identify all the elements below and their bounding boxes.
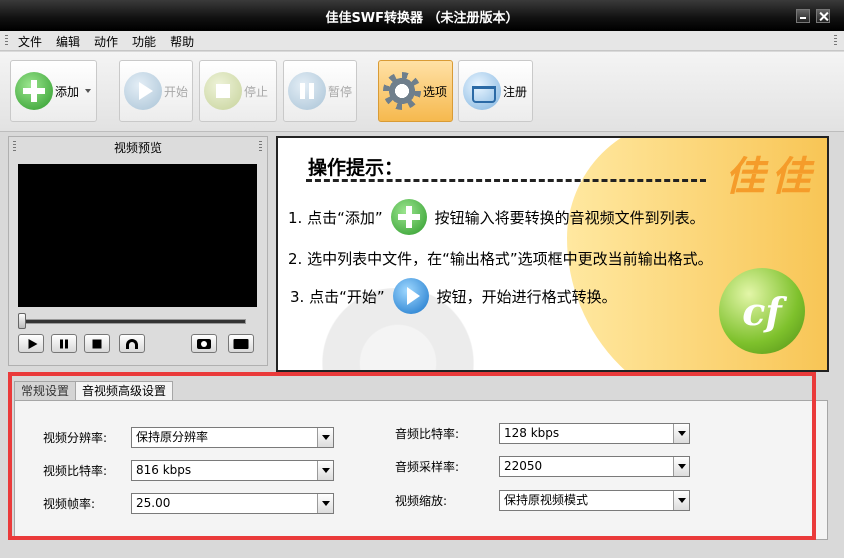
register-button[interactable]: 注册 bbox=[458, 60, 533, 122]
folder-icon bbox=[233, 338, 249, 349]
hint-title: 操作提示： bbox=[308, 157, 404, 179]
audio-bitrate-select[interactable]: 128 kbps bbox=[499, 423, 690, 444]
pause-button[interactable]: 暂停 bbox=[283, 60, 357, 122]
gear-icon bbox=[383, 72, 421, 110]
video-scaling-value: 保持原视频模式 bbox=[504, 493, 589, 507]
preview-title: 视频预览 bbox=[113, 141, 162, 155]
loop-button[interactable] bbox=[119, 334, 145, 353]
hint-step-1-text-b: 按钮输入将要转换的音视频文件到列表。 bbox=[434, 208, 705, 227]
add-label: 添加 bbox=[55, 84, 80, 99]
seek-bar[interactable] bbox=[18, 319, 246, 324]
dashed-divider bbox=[306, 179, 706, 182]
hint-step-1: 1. 点击“添加” 按钮输入将要转换的音视频文件到列表。 bbox=[288, 199, 705, 235]
add-button[interactable]: 添加 bbox=[10, 60, 97, 122]
grip-icon bbox=[834, 35, 837, 47]
menu-bar: 文件 编辑 动作 功能 帮助 bbox=[0, 31, 844, 51]
play-icon bbox=[392, 278, 429, 314]
grip-icon bbox=[259, 141, 262, 153]
chevron-down-icon[interactable] bbox=[317, 494, 333, 513]
video-scaling-label: 视频缩放: bbox=[395, 494, 448, 508]
minimize-button[interactable] bbox=[796, 9, 810, 23]
hint-step-1-text-a: 1. 点击“添加” bbox=[288, 208, 383, 227]
pause-button[interactable] bbox=[51, 334, 77, 353]
audio-bitrate-label: 音频比特率: bbox=[395, 427, 460, 441]
pause-icon bbox=[288, 72, 326, 110]
chevron-down-icon[interactable] bbox=[317, 428, 333, 447]
brand-logo: 佳佳 bbox=[725, 153, 817, 200]
tab-advanced-av-settings[interactable]: 音视频高级设置 bbox=[75, 381, 174, 402]
stop-icon bbox=[204, 72, 242, 110]
audio-samplerate-row: 音频采样率: 22050 bbox=[395, 456, 690, 477]
video-resolution-value: 保持原分辨率 bbox=[136, 430, 209, 444]
video-bitrate-select[interactable]: 816 kbps bbox=[131, 460, 334, 481]
chevron-down-icon[interactable] bbox=[317, 461, 333, 480]
hint-step-3-text-a: 3. 点击“开始” bbox=[290, 287, 385, 306]
camera-icon bbox=[197, 338, 211, 349]
video-framerate-label: 视频帧率: bbox=[43, 497, 96, 511]
basket-icon bbox=[463, 72, 501, 110]
video-resolution-row: 视频分辨率: 保持原分辨率 bbox=[43, 427, 334, 448]
hint-step-2: 2. 选中列表中文件，在“输出格式”选项框中更改当前输出格式。 bbox=[288, 248, 713, 269]
options-label: 选项 bbox=[423, 84, 448, 99]
stop-label: 停止 bbox=[244, 84, 269, 99]
title-bar: 佳佳SWF转换器 （未注册版本） bbox=[0, 0, 844, 31]
video-framerate-row: 视频帧率: 25.00 bbox=[43, 493, 334, 514]
video-framerate-select[interactable]: 25.00 bbox=[131, 493, 334, 514]
hint-step-2-text: 2. 选中列表中文件，在“输出格式”选项框中更改当前输出格式。 bbox=[288, 250, 713, 268]
advanced-settings-panel: 视频分辨率: 保持原分辨率 视频比特率: 816 kbps 视频帧率: 25.0… bbox=[14, 400, 828, 540]
dropdown-arrow-icon[interactable] bbox=[85, 89, 91, 93]
video-scaling-row: 视频缩放: 保持原视频模式 bbox=[395, 490, 690, 511]
hint-step-3-text-b: 按钮，开始进行格式转换。 bbox=[436, 287, 617, 306]
snapshot-button[interactable] bbox=[191, 334, 217, 353]
close-button[interactable] bbox=[816, 9, 830, 23]
play-icon bbox=[124, 72, 162, 110]
audio-samplerate-value: 22050 bbox=[504, 459, 543, 473]
toolbar: 添加 开始 停止 暂停 选项 注册 bbox=[0, 52, 844, 132]
add-icon bbox=[390, 199, 427, 235]
pause-icon bbox=[60, 339, 68, 348]
stop-button[interactable]: 停止 bbox=[199, 60, 277, 122]
menu-action[interactable]: 动作 bbox=[94, 33, 118, 50]
start-label: 开始 bbox=[164, 84, 189, 99]
seek-thumb[interactable] bbox=[18, 313, 26, 329]
video-scaling-select[interactable]: 保持原视频模式 bbox=[499, 490, 690, 511]
headphones-icon bbox=[126, 338, 138, 349]
operation-hint-panel: 佳佳 操作提示： 1. 点击“添加” 按钮输入将要转换的音视频文件到列表。 2.… bbox=[276, 136, 829, 372]
video-screen[interactable] bbox=[18, 164, 257, 307]
video-preview-panel: 视频预览 bbox=[8, 136, 268, 366]
start-button[interactable]: 开始 bbox=[119, 60, 193, 122]
video-resolution-label: 视频分辨率: bbox=[43, 431, 108, 445]
video-bitrate-label: 视频比特率: bbox=[43, 464, 108, 478]
audio-samplerate-select[interactable]: 22050 bbox=[499, 456, 690, 477]
menu-edit[interactable]: 编辑 bbox=[56, 33, 80, 50]
video-framerate-value: 25.00 bbox=[136, 496, 171, 510]
pause-label: 暂停 bbox=[328, 84, 353, 99]
tab-general-settings[interactable]: 常规设置 bbox=[14, 381, 77, 401]
stop-button[interactable] bbox=[84, 334, 110, 353]
video-bitrate-row: 视频比特率: 816 kbps bbox=[43, 460, 334, 481]
hint-step-3: 3. 点击“开始” 按钮，开始进行格式转换。 bbox=[290, 278, 617, 314]
grip-icon bbox=[5, 35, 8, 47]
register-label: 注册 bbox=[503, 84, 528, 99]
stop-icon bbox=[92, 339, 102, 348]
play-icon bbox=[28, 338, 38, 349]
flash-logo: cf bbox=[719, 268, 805, 354]
options-button[interactable]: 选项 bbox=[378, 60, 453, 122]
open-folder-button[interactable] bbox=[228, 334, 254, 353]
menu-function[interactable]: 功能 bbox=[132, 33, 156, 50]
menu-file[interactable]: 文件 bbox=[18, 33, 42, 50]
audio-bitrate-row: 音频比特率: 128 kbps bbox=[395, 423, 690, 444]
settings-tabs: 常规设置 音视频高级设置 bbox=[14, 381, 174, 402]
window-title: 佳佳SWF转换器 （未注册版本） bbox=[325, 11, 519, 26]
video-bitrate-value: 816 kbps bbox=[136, 463, 192, 477]
play-button[interactable] bbox=[18, 334, 44, 353]
menu-help[interactable]: 帮助 bbox=[170, 33, 194, 50]
video-resolution-select[interactable]: 保持原分辨率 bbox=[131, 427, 334, 448]
chevron-down-icon[interactable] bbox=[673, 457, 689, 476]
chevron-down-icon[interactable] bbox=[673, 424, 689, 443]
chevron-down-icon[interactable] bbox=[673, 491, 689, 510]
audio-bitrate-value: 128 kbps bbox=[504, 426, 560, 440]
add-icon bbox=[15, 72, 53, 110]
audio-samplerate-label: 音频采样率: bbox=[395, 460, 460, 474]
